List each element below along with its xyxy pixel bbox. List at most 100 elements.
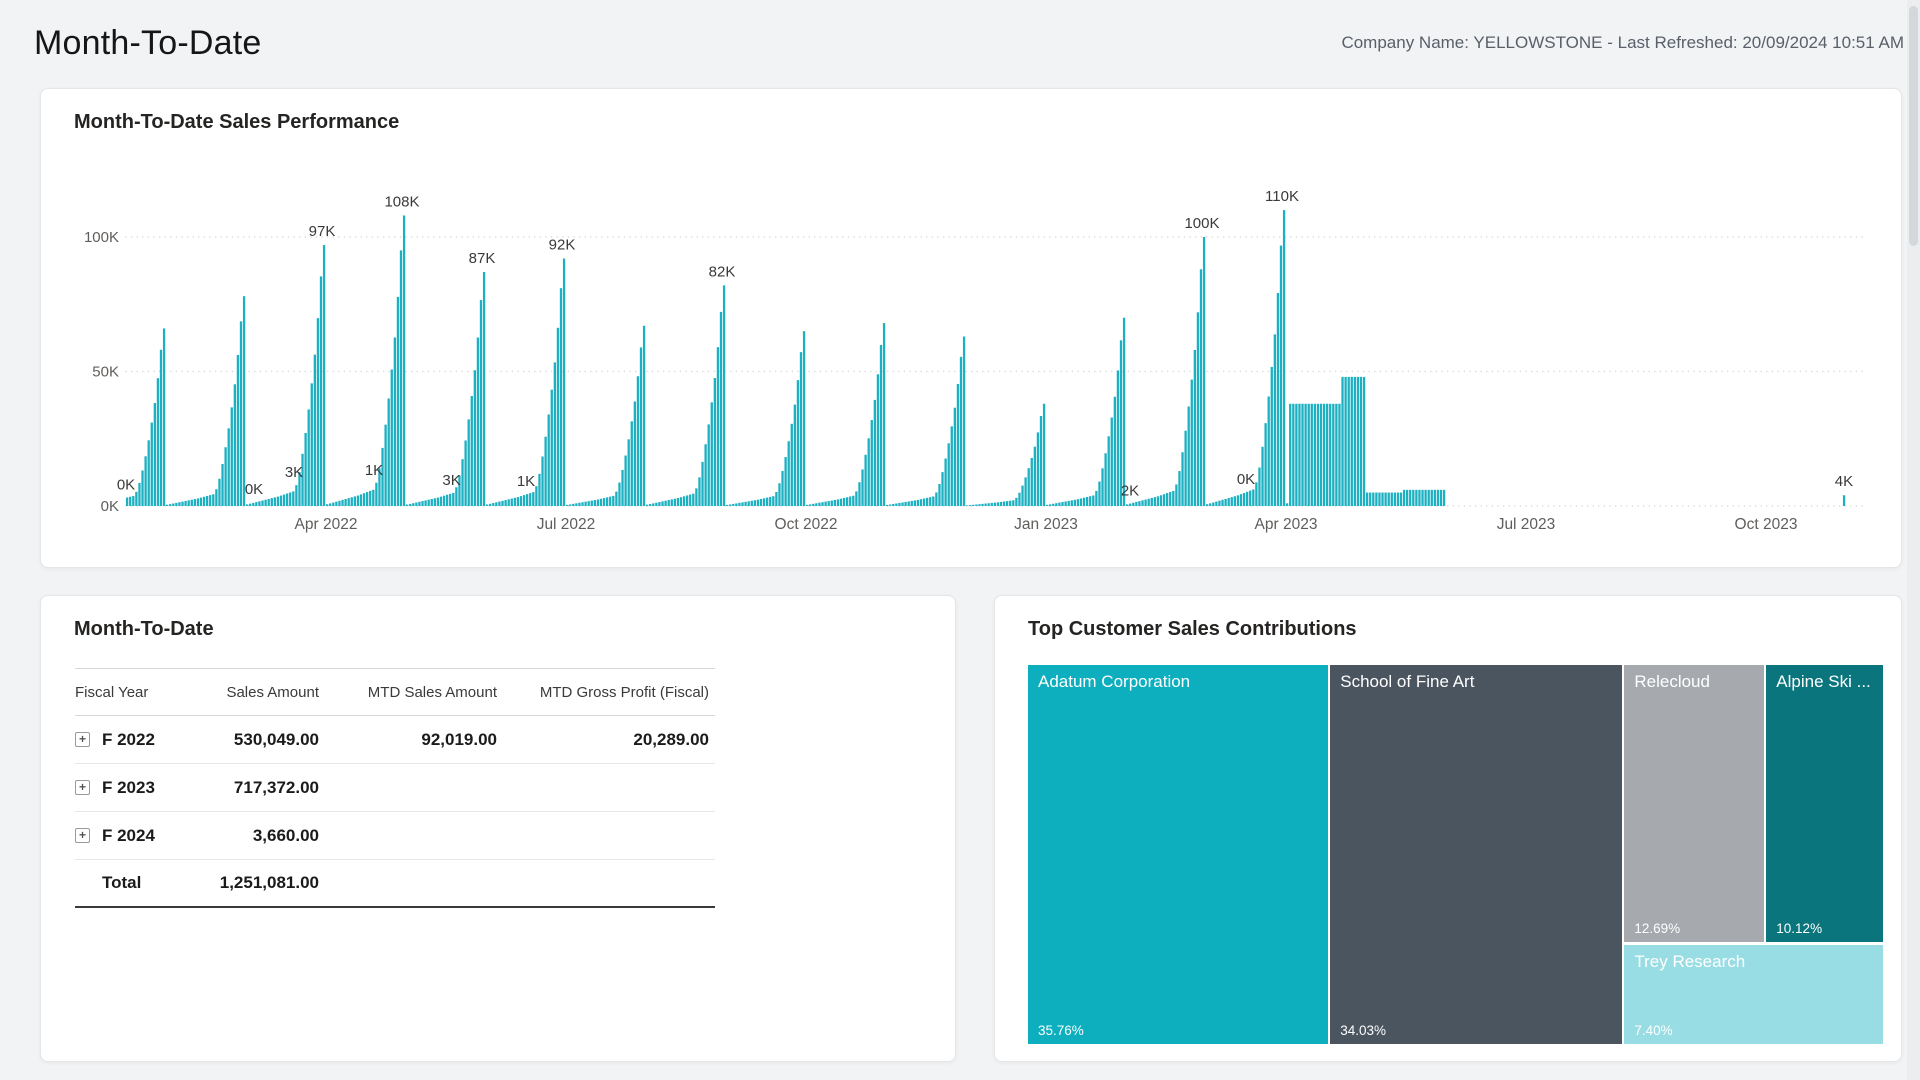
bar[interactable] [1286,503,1288,506]
bar[interactable] [249,504,251,506]
bar[interactable] [169,504,171,506]
bar[interactable] [655,503,657,506]
bar[interactable] [514,498,516,506]
bar[interactable] [754,500,756,506]
bar[interactable] [609,497,611,506]
bar[interactable] [523,495,525,506]
bar[interactable] [1064,501,1066,506]
bar[interactable] [437,498,439,506]
bar[interactable] [221,464,223,506]
bar[interactable] [1058,503,1060,506]
bar[interactable] [883,323,885,506]
bar[interactable] [686,495,688,506]
bar[interactable] [286,493,288,506]
bar[interactable] [849,496,851,506]
bar[interactable] [132,496,134,506]
bar[interactable] [1431,490,1433,506]
bar[interactable] [572,504,574,506]
bar[interactable] [295,485,297,506]
bar[interactable] [135,492,137,506]
bar[interactable] [803,331,805,506]
bar[interactable] [861,469,863,506]
bar[interactable] [384,425,386,506]
bar[interactable] [855,491,857,506]
bar[interactable] [495,502,497,506]
bar[interactable] [1298,404,1300,506]
bar[interactable] [1215,502,1217,506]
bar[interactable] [972,505,974,506]
bar[interactable] [154,403,156,506]
bar[interactable] [1326,404,1328,506]
bar[interactable] [948,443,950,506]
bar[interactable] [981,504,983,506]
bar[interactable] [1354,377,1356,506]
bar[interactable] [344,499,346,506]
bar[interactable] [394,337,396,506]
bar[interactable] [335,502,337,506]
bar[interactable] [1237,495,1239,506]
bar[interactable] [578,503,580,506]
bar[interactable] [932,497,934,506]
bar[interactable] [908,501,910,506]
column-header[interactable]: MTD Gross Profit (Fiscal) [497,684,709,701]
bar[interactable] [1363,377,1365,506]
bar[interactable] [791,424,793,506]
bar[interactable] [563,259,565,506]
bar[interactable] [489,504,491,506]
bar[interactable] [815,503,817,506]
bar[interactable] [403,215,405,506]
bar[interactable] [800,352,802,506]
bar[interactable] [581,502,583,506]
bar[interactable] [763,498,765,506]
bar[interactable] [1412,490,1414,506]
bar[interactable] [1135,502,1137,506]
bar[interactable] [1415,490,1417,506]
bar[interactable] [1003,502,1005,506]
bar[interactable] [544,437,546,506]
bar[interactable] [772,496,774,506]
bar[interactable] [206,496,208,506]
bar[interactable] [640,347,642,506]
expand-icon[interactable]: + [75,780,90,795]
bar[interactable] [320,276,322,506]
bar[interactable] [1335,404,1337,506]
bar[interactable] [264,500,266,506]
table-row[interactable]: +F 20243,660.00 [75,812,715,860]
bar[interactable] [1292,404,1294,506]
bar[interactable] [366,492,368,506]
bar[interactable] [594,500,596,506]
bar[interactable] [898,503,900,506]
column-header[interactable]: Fiscal Year [75,684,183,701]
bar[interactable] [1169,492,1171,506]
bar[interactable] [969,505,971,506]
bar[interactable] [1228,498,1230,506]
bar[interactable] [649,504,651,506]
bar[interactable] [421,501,423,506]
bar[interactable] [1240,494,1242,506]
bar[interactable] [388,399,390,506]
bar[interactable] [1092,495,1094,506]
bar[interactable] [868,438,870,506]
bar[interactable] [575,503,577,506]
bar[interactable] [172,503,174,506]
bar[interactable] [464,440,466,506]
bar[interactable] [326,504,328,506]
scrollbar-thumb[interactable] [1909,6,1918,246]
bar[interactable] [628,439,630,506]
bar[interactable] [255,502,257,506]
bar[interactable] [1283,210,1285,506]
bar[interactable] [840,499,842,506]
bar[interactable] [923,499,925,506]
bar[interactable] [418,502,420,506]
bar[interactable] [1160,495,1162,506]
bar[interactable] [988,503,990,506]
bar[interactable] [1141,500,1143,506]
bar[interactable] [1317,404,1319,506]
mtd-sales-bar-chart[interactable]: 0K50K100K0K0K3K97K1K108K3K87K1K92K82K2K1… [41,89,1901,567]
bar[interactable] [1409,490,1411,506]
bar[interactable] [1360,377,1362,506]
bar[interactable] [351,497,353,506]
bar[interactable] [1348,377,1350,506]
bar[interactable] [1154,497,1156,506]
bar[interactable] [1246,492,1248,506]
